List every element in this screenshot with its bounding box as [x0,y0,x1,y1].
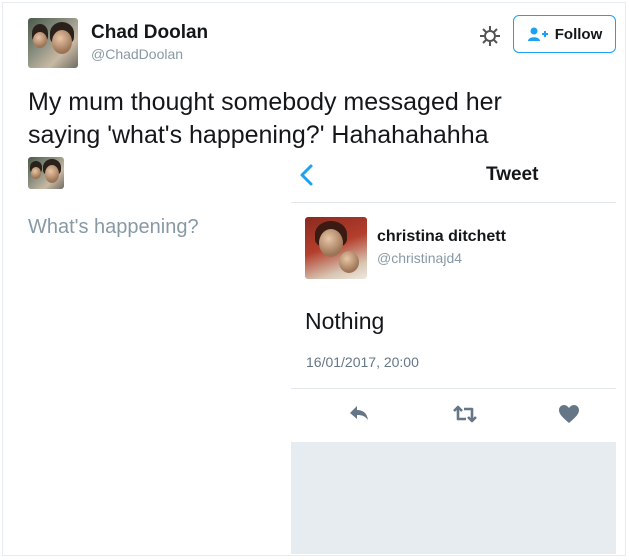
author-handle[interactable]: @ChadDoolan [91,46,183,62]
empty-area [291,442,616,554]
divider [291,388,616,389]
like-icon[interactable] [557,402,581,426]
tweet-text: Nothing [305,308,385,334]
compose-placeholder[interactable]: What's happening? [28,216,199,239]
follow-button[interactable]: Follow [513,15,616,53]
author-name[interactable]: christina ditchett [377,228,506,246]
author-name[interactable]: Chad Doolan [91,22,208,44]
back-icon[interactable] [295,160,319,190]
gear-icon[interactable] [478,24,502,48]
avatar[interactable] [28,18,78,68]
divider [291,202,616,203]
tweet-text: My mum thought somebody messaged her say… [28,86,608,152]
page-title: Tweet [486,164,539,185]
follow-label: Follow [554,25,603,43]
author-handle[interactable]: @christinajd4 [377,250,462,266]
tweet-text-line: My mum thought somebody messaged her [28,88,502,116]
avatar[interactable] [305,217,367,279]
retweet-icon[interactable] [452,402,477,426]
reply-icon[interactable] [347,402,371,426]
avatar [28,157,64,189]
add-user-icon [527,26,549,42]
tweet-text-line: saying 'what's happening?' Hahahahahha [28,121,489,149]
timestamp: 16/01/2017, 20:00 [306,354,419,370]
